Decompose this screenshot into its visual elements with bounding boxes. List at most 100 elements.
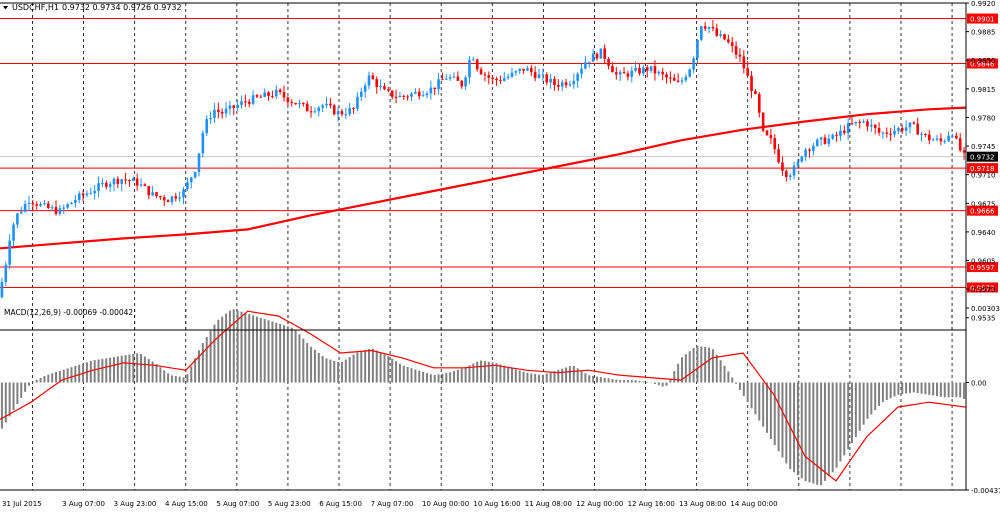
candle-body (429, 87, 433, 94)
candle-body (359, 91, 363, 97)
candle-body (835, 134, 838, 136)
candle-body (344, 114, 348, 116)
candle-body (900, 128, 904, 131)
candle-body (897, 128, 900, 131)
candle-body (390, 90, 394, 97)
candle-body (4, 264, 8, 283)
candle-body (128, 180, 131, 182)
candle-body (16, 213, 19, 225)
candle-body (271, 95, 274, 97)
chart-canvas: 0.99010.98460.97180.96660.95970.9572 0.9… (0, 0, 1000, 510)
candle-body (89, 193, 93, 195)
candle-body (259, 96, 263, 98)
candle-body (549, 78, 552, 83)
candle-body (746, 68, 749, 76)
candle-body (325, 103, 328, 106)
candle-body (290, 102, 294, 104)
candle-body (808, 149, 811, 151)
candle-body (58, 208, 62, 214)
candle-body (947, 135, 950, 142)
price-tick-label: 0.9710 (971, 172, 996, 180)
candle-body (406, 96, 409, 98)
candle-body (881, 132, 885, 134)
candle-body (178, 197, 181, 199)
candle-body (827, 138, 831, 144)
candle-body (572, 80, 576, 85)
candle-body (151, 192, 154, 196)
candle-body (244, 101, 247, 103)
candle-body (135, 178, 139, 186)
candle-body (669, 77, 672, 79)
candle-body (533, 72, 537, 79)
candle-body (228, 105, 232, 109)
candle-body (104, 182, 108, 187)
candle-body (823, 137, 827, 144)
candle-body (267, 92, 270, 96)
candle-body (935, 138, 939, 140)
candle-body (74, 200, 77, 203)
candle-body (85, 193, 89, 196)
candle-body (711, 26, 715, 29)
candle-body (553, 78, 556, 85)
candle-body (611, 65, 614, 73)
candle-body (854, 121, 858, 124)
candle-body (665, 74, 668, 78)
candle-body (707, 26, 711, 29)
candle-body (247, 101, 251, 104)
candle-body (394, 96, 398, 98)
candle-body (730, 42, 734, 47)
candle-body (31, 202, 35, 205)
candle-body (62, 207, 66, 209)
candle-body (309, 111, 313, 113)
candle-body (723, 34, 726, 40)
candle-body (363, 85, 367, 92)
candle-body (537, 74, 541, 79)
candle-body (298, 102, 301, 105)
candle-body (348, 108, 351, 115)
candle-body (955, 135, 958, 139)
candle-body (591, 53, 595, 62)
candle-body (132, 178, 135, 182)
macd-tick-label: 0.00 (971, 380, 987, 388)
candle-body (696, 39, 699, 59)
candle-body (819, 137, 823, 140)
time-axis-label: 5 Aug 07:00 (216, 500, 259, 508)
candle-body (738, 54, 742, 57)
candle-body (367, 75, 371, 86)
candle-body (645, 67, 649, 71)
candle-body (437, 79, 440, 90)
candle-body (27, 202, 31, 204)
time-axis-label: 4 Aug 15:00 (165, 500, 208, 508)
candle-body (943, 141, 947, 143)
candle-body (286, 97, 290, 103)
current-price-text: 0.9732 (970, 154, 995, 162)
candle-body (815, 139, 819, 146)
candle-body (108, 184, 112, 187)
candle-body (672, 78, 676, 81)
candle-body (305, 103, 309, 112)
candle-body (313, 111, 317, 113)
candle-body (224, 108, 228, 114)
candle-body (607, 58, 610, 66)
candle-body (155, 192, 158, 197)
candle-body (958, 138, 962, 151)
candle-body (510, 72, 514, 77)
candle-body (0, 282, 4, 298)
candle-body (885, 132, 889, 134)
candle-body (302, 102, 305, 104)
macd-indicator-header: MACD(12,26,9) -0.00069 -0.00042 (4, 308, 133, 317)
candle-body (93, 190, 96, 194)
current-price-label: 0.9732 (967, 151, 998, 162)
candle-body (866, 121, 869, 127)
candle-body (97, 183, 100, 191)
candle-body (197, 153, 201, 173)
candle-body (568, 84, 572, 86)
candle-body (908, 122, 912, 128)
price-tick-label: 0.9745 (971, 143, 996, 151)
candle-body (19, 211, 23, 214)
candle-body (143, 184, 147, 187)
candle-body (433, 87, 436, 90)
candle-body (120, 179, 124, 184)
candle-body (352, 108, 355, 110)
candle-body (452, 76, 456, 78)
